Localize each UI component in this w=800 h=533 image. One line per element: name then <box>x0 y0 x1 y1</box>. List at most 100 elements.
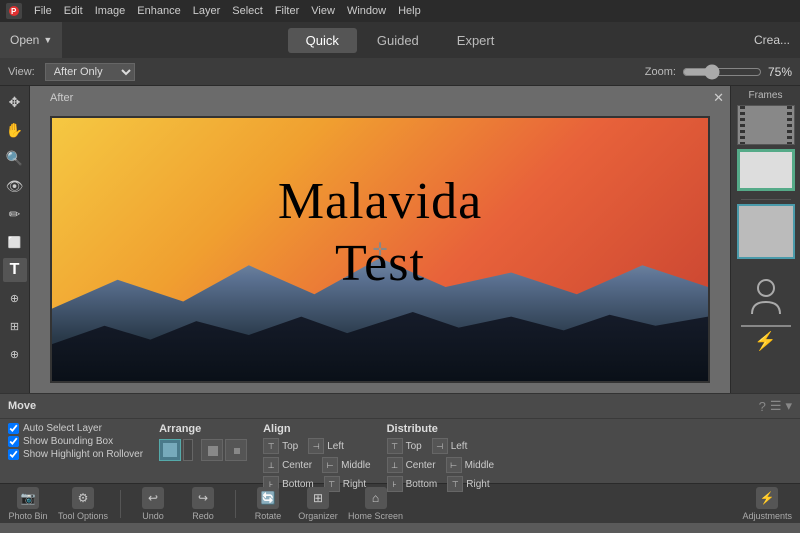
align-row-1: ⊤ Top ⊣ Left <box>263 438 370 454</box>
organizer-icon: ⊞ <box>307 487 329 509</box>
zoom-area: Zoom: 75% <box>645 64 792 80</box>
footer-rotate[interactable]: 🔄 Rotate <box>248 487 288 521</box>
dist-center-btn[interactable]: ⊥ Center <box>387 457 436 473</box>
tool-eyedropper[interactable]: 👁 <box>3 174 27 198</box>
tool-clone[interactable]: ⊕ <box>3 286 27 310</box>
footer-divider-1 <box>120 490 121 518</box>
bottom-toolbar: Move ? ☰ ▾ Auto Select Layer Show Boundi… <box>0 393 800 483</box>
move-section-label: Move <box>8 400 48 412</box>
menu-file[interactable]: File <box>34 5 52 17</box>
arrange-label: Arrange <box>159 423 247 435</box>
dist-row-2: ⊥ Center ⊢ Middle <box>387 457 494 473</box>
dist-middle-btn[interactable]: ⊢ Middle <box>446 457 494 473</box>
dist-right-btn[interactable]: ⊤ Right <box>447 476 489 492</box>
dist-center-label: Center <box>406 460 436 471</box>
view-bar: View: After Only Zoom: 75% <box>0 58 800 86</box>
align-label: Align <box>263 423 370 435</box>
rotate-icon: 🔄 <box>257 487 279 509</box>
align-middle-btn[interactable]: ⊢ Middle <box>322 457 370 473</box>
arrange-box-3[interactable] <box>201 439 223 461</box>
list-icon[interactable]: ☰ <box>770 398 782 414</box>
arrange-box-4[interactable] <box>225 439 247 461</box>
show-highlight-item: Show Highlight on Rollover <box>8 449 143 460</box>
rotate-label: Rotate <box>255 511 282 521</box>
app-icon: P <box>6 3 22 19</box>
menu-edit[interactable]: Edit <box>64 5 83 17</box>
canvas-frame[interactable]: Malavida Test ✛ <box>50 116 710 383</box>
dist-middle-icon: ⊢ <box>446 457 462 473</box>
footer-adjustments[interactable]: ⚡ Adjustments <box>742 487 792 521</box>
tool-brush[interactable]: ✏ <box>3 202 27 226</box>
frame-thumbnail-2[interactable] <box>737 149 795 191</box>
menu-image[interactable]: Image <box>95 5 126 17</box>
bottom-top-row: Move ? ☰ ▾ <box>0 394 800 419</box>
menu-layer[interactable]: Layer <box>193 5 221 17</box>
footer-organizer[interactable]: ⊞ Organizer <box>298 487 338 521</box>
adjustments-icon[interactable]: ⚡ <box>754 331 776 352</box>
dist-row-1: ⊤ Top ⊣ Left <box>387 438 494 454</box>
canvas-image: Malavida Test ✛ <box>52 118 708 381</box>
menu-bar: P File Edit Image Enhance Layer Select F… <box>0 0 800 22</box>
tool-text[interactable]: T <box>3 258 27 282</box>
menu-filter[interactable]: Filter <box>275 5 299 17</box>
undo-icon: ↩ <box>142 487 164 509</box>
footer-photobin[interactable]: 📷 Photo Bin <box>8 487 48 521</box>
undo-label: Undo <box>142 511 164 521</box>
align-center-label: Center <box>282 460 312 471</box>
homescreen-icon: ⌂ <box>365 487 387 509</box>
auto-select-layer-checkbox[interactable] <box>8 423 19 434</box>
redo-icon: ↪ <box>192 487 214 509</box>
dist-middle-label: Middle <box>465 460 494 471</box>
tool-eraser[interactable]: ⬜ <box>3 230 27 254</box>
tab-expert[interactable]: Expert <box>439 28 513 53</box>
align-top-icon: ⊤ <box>263 438 279 454</box>
show-bounding-box-item: Show Bounding Box <box>8 436 143 447</box>
view-select[interactable]: After Only <box>45 63 135 81</box>
tool-move2[interactable]: ⊕ <box>3 342 27 366</box>
footer-tooloptions[interactable]: ⚙ Tool Options <box>58 487 108 521</box>
align-top-label: Top <box>282 441 298 452</box>
tool-zoom[interactable]: 🔍 <box>3 146 27 170</box>
show-bounding-box-checkbox[interactable] <box>8 436 19 447</box>
tool-crop[interactable]: ⊞ <box>3 314 27 338</box>
tab-quick[interactable]: Quick <box>288 28 357 53</box>
align-top-btn[interactable]: ⊤ Top <box>263 438 298 454</box>
tool-move[interactable]: ✥ <box>3 90 27 114</box>
frame-thumbnail-3[interactable] <box>737 204 795 259</box>
footer-homescreen[interactable]: ⌂ Home Screen <box>348 487 403 521</box>
dist-top-btn[interactable]: ⊤ Top <box>387 438 422 454</box>
checkbox-group: Auto Select Layer Show Bounding Box Show… <box>8 423 143 460</box>
dist-bottom-label: Bottom <box>406 479 438 490</box>
align-group: Align ⊤ Top ⊣ Left ⊥ Center ⊢ Middle <box>263 423 370 492</box>
arrange-box-1[interactable] <box>159 439 181 461</box>
help-icon[interactable]: ? <box>759 399 766 414</box>
canvas-close-icon[interactable]: ✕ <box>713 90 724 106</box>
menu-enhance[interactable]: Enhance <box>137 5 180 17</box>
footer-undo[interactable]: ↩ Undo <box>133 487 173 521</box>
tab-guided[interactable]: Guided <box>359 28 437 53</box>
open-button[interactable]: Open ▼ <box>0 22 62 58</box>
show-highlight-checkbox[interactable] <box>8 449 19 460</box>
zoom-slider[interactable] <box>682 64 762 80</box>
align-center-btn[interactable]: ⊥ Center <box>263 457 312 473</box>
dist-left-btn[interactable]: ⊣ Left <box>432 438 468 454</box>
expand-icon[interactable]: ▾ <box>785 398 792 414</box>
menu-select[interactable]: Select <box>232 5 263 17</box>
align-row-2: ⊥ Center ⊢ Middle <box>263 457 370 473</box>
menu-window[interactable]: Window <box>347 5 386 17</box>
frames-bottom-divider <box>741 325 791 327</box>
frame-divider <box>741 199 791 200</box>
dist-left-icon: ⊣ <box>432 438 448 454</box>
dist-center-icon: ⊥ <box>387 457 403 473</box>
frames-panel-label: Frames <box>749 90 783 101</box>
footer-redo[interactable]: ↪ Redo <box>183 487 223 521</box>
menu-help[interactable]: Help <box>398 5 421 17</box>
arrange-box-2[interactable] <box>183 439 193 461</box>
tool-hand[interactable]: ✋ <box>3 118 27 142</box>
frame-thumbnail-1[interactable] <box>737 105 795 145</box>
align-left-btn[interactable]: ⊣ Left <box>308 438 344 454</box>
create-button[interactable]: Crea... <box>744 29 800 51</box>
align-middle-icon: ⊢ <box>322 457 338 473</box>
align-left-icon: ⊣ <box>308 438 324 454</box>
menu-view[interactable]: View <box>311 5 335 17</box>
